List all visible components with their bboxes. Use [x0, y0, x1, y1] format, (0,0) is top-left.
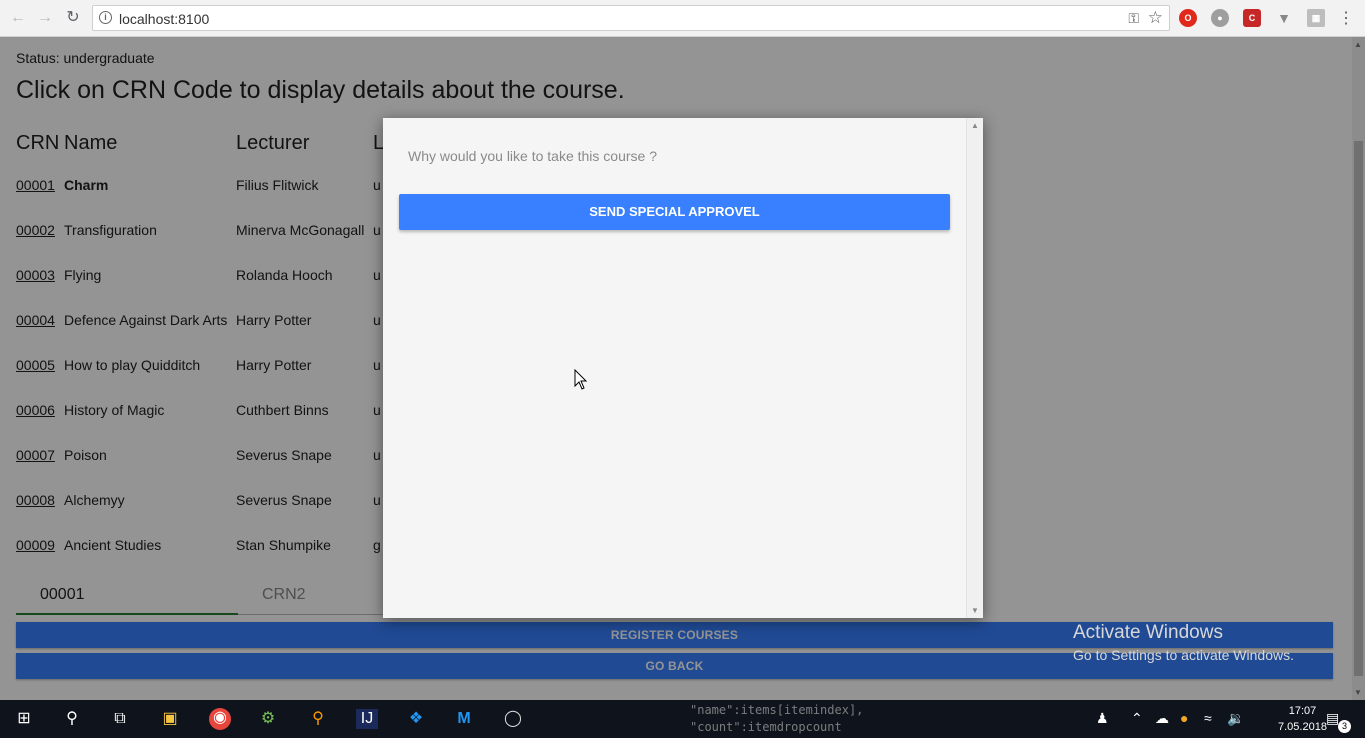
android-studio-icon[interactable]: ⚙ [258, 709, 278, 729]
info-icon[interactable]: i [99, 11, 112, 24]
cors-extension-icon[interactable]: C [1243, 9, 1261, 27]
url-text[interactable]: localhost:8100 [119, 11, 209, 27]
background-code-text: "name":items[itemindex], "count":itemdro… [690, 702, 863, 736]
watermark-title: Activate Windows [1073, 622, 1223, 643]
globe-extension-icon[interactable]: ● [1211, 9, 1229, 27]
wifi-icon[interactable]: ≈ [1204, 710, 1212, 726]
windows-start-icon[interactable]: ⊞ [14, 709, 34, 729]
opera-extension-icon[interactable]: O [1179, 9, 1197, 27]
mouse-pointer-icon [574, 369, 588, 390]
app-tray-icon[interactable]: ● [1180, 710, 1188, 726]
arrow-left-icon[interactable]: ← [9, 9, 27, 27]
chevron-up-icon[interactable]: ⌃ [1131, 710, 1143, 727]
system-clock[interactable]: 17:07 7.05.2018 [1278, 703, 1327, 735]
file-explorer-icon[interactable]: ▣ [160, 709, 180, 729]
send-special-approval-button[interactable]: SEND SPECIAL APPROVEL [399, 194, 950, 230]
menu-icon[interactable]: ⋮ [1338, 8, 1354, 28]
onedrive-icon[interactable]: ☁ [1155, 710, 1169, 727]
malwarebytes-icon[interactable]: M [454, 709, 474, 729]
intellij-icon[interactable]: IJ [356, 709, 378, 729]
volume-icon[interactable]: 🔉 [1227, 710, 1244, 727]
obs-icon[interactable]: ◯ [503, 709, 523, 729]
people-icon[interactable]: ♟ [1096, 710, 1109, 727]
arrow-right-icon[interactable]: → [36, 9, 54, 27]
browser-toolbar: ← → ↻ i localhost:8100 ⚿ ☆ O ● C ▼ ▦ ⋮ [0, 0, 1365, 37]
watermark-subtitle: Go to Settings to activate Windows. [1073, 647, 1294, 663]
reload-icon[interactable]: ↻ [64, 9, 82, 27]
notification-count-badge: 3 [1338, 720, 1351, 733]
code-line: "name":items[itemindex], [690, 703, 864, 717]
chrome-icon[interactable]: ◉ [209, 708, 231, 730]
star-icon[interactable]: ☆ [1148, 8, 1163, 28]
modal-scrollbar[interactable]: ▲ ▼ [966, 118, 983, 618]
code-line: "count":itemdropcount [690, 720, 842, 734]
scroll-up-arrow-icon[interactable]: ▲ [971, 121, 979, 130]
search-icon[interactable]: ⚲ [62, 709, 82, 729]
vue-devtools-icon[interactable]: ▼ [1275, 9, 1293, 27]
task-view-icon[interactable]: ⧉ [110, 709, 130, 729]
vscode-icon[interactable]: ❖ [406, 709, 426, 729]
reason-input[interactable]: Why would you like to take this course ? [408, 148, 657, 164]
window-extension-icon[interactable]: ▦ [1307, 9, 1325, 27]
activate-windows-watermark: Activate Windows Go to Settings to activ… [1073, 622, 1294, 663]
key-icon[interactable]: ⚿ [1128, 10, 1139, 27]
clock-date: 7.05.2018 [1278, 721, 1327, 733]
scroll-down-arrow-icon[interactable]: ▼ [971, 606, 979, 615]
clock-time: 17:07 [1288, 705, 1317, 717]
search-tool-icon[interactable]: ⚲ [308, 709, 328, 729]
address-bar[interactable]: i localhost:8100 ⚿ ☆ [92, 5, 1170, 31]
windows-taskbar: ⊞ ⚲ ⧉ ▣ ◉ ⚙ ⚲ IJ ❖ M ◯ "name":items[item… [0, 700, 1365, 738]
special-approval-modal: Why would you like to take this course ?… [383, 118, 983, 618]
